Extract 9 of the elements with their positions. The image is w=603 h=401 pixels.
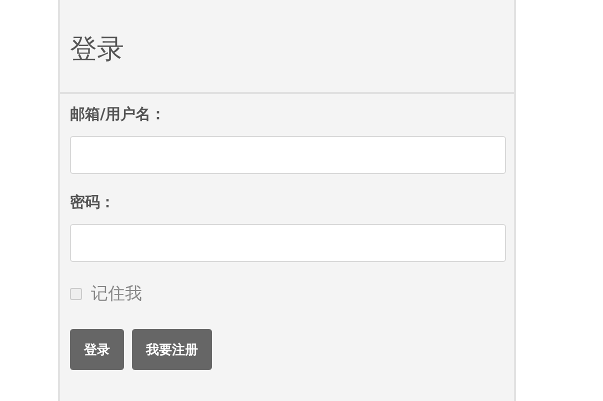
register-button[interactable]: 我要注册 [132, 329, 212, 370]
panel-title: 登录 [70, 33, 124, 67]
username-field[interactable] [70, 136, 506, 174]
remember-label: 记住我 [91, 283, 142, 305]
password-field[interactable] [70, 224, 506, 262]
field-label: 密码： [70, 192, 115, 212]
field-label: 邮箱/用户名： [70, 104, 166, 124]
login-button[interactable]: 登录 [70, 329, 124, 370]
remember-checkbox[interactable] [70, 288, 82, 300]
